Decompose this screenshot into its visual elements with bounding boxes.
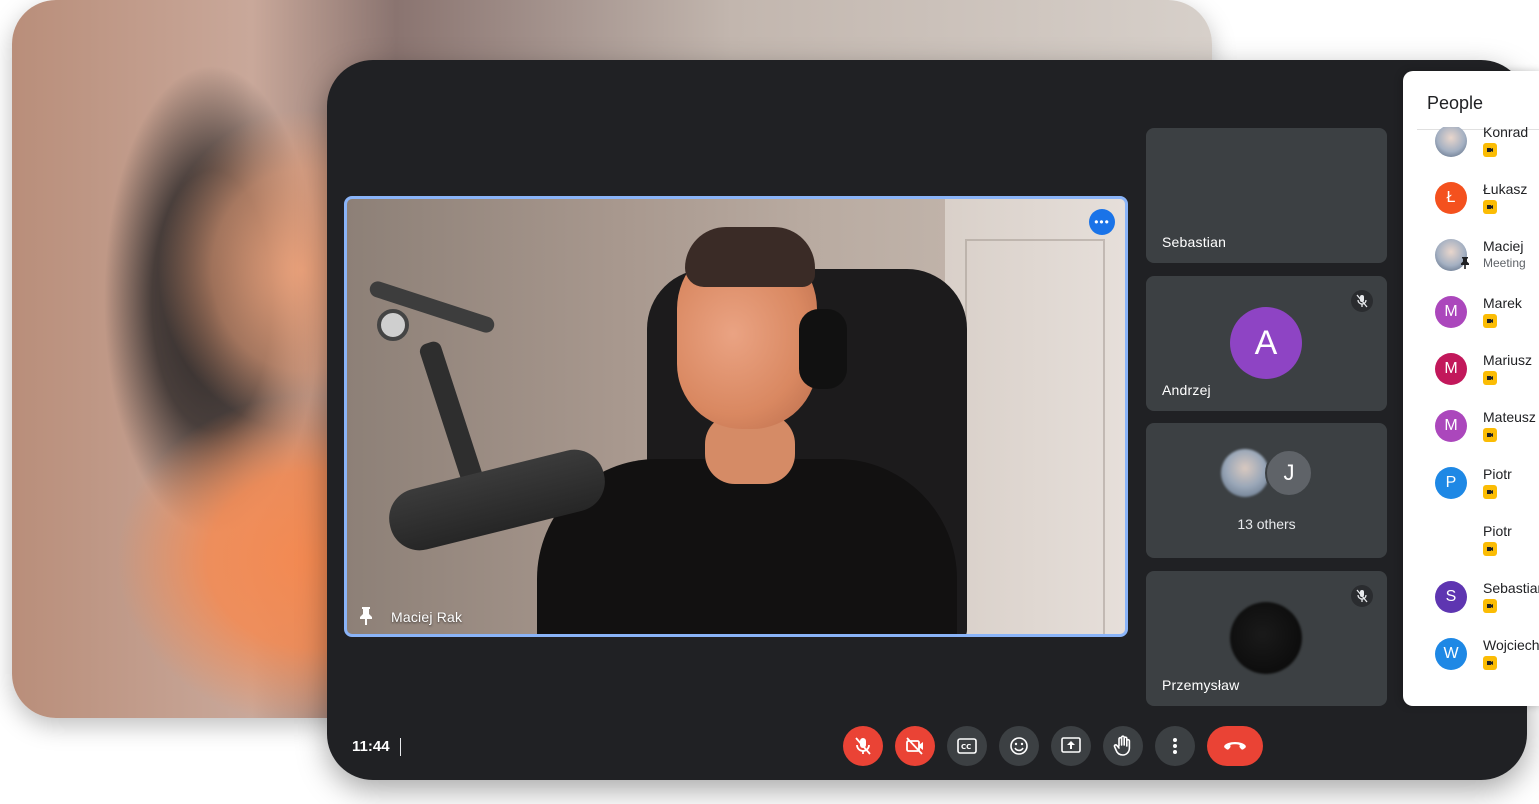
avatar-photo	[1221, 449, 1269, 497]
svg-text:CC: CC	[961, 743, 971, 751]
participant-avatar: S	[1435, 581, 1467, 613]
camera-off-badge-icon	[1483, 656, 1497, 670]
participant-name: Mateusz	[1483, 409, 1536, 425]
video-background-door	[945, 199, 1125, 634]
participant-tile-przemyslaw[interactable]: Przemysław	[1146, 571, 1387, 706]
meeting-controls: CC	[843, 726, 1263, 766]
present-screen-icon	[1061, 737, 1081, 753]
camera-off-badge-icon	[1483, 314, 1497, 328]
clock-divider	[400, 738, 401, 756]
participants-list[interactable]: Konrad Ł Łukasz Maciej Meeting M Marek M…	[1403, 127, 1539, 691]
others-count-label: 13 others	[1237, 516, 1296, 532]
pinned-participant-name: Maciej Rak	[391, 609, 463, 625]
participant-avatar: Ł	[1435, 182, 1467, 214]
tile-participant-name: Sebastian	[1162, 234, 1227, 250]
participant-name: Wojciech	[1483, 637, 1539, 653]
meeting-clock: 11:44	[352, 738, 390, 755]
participant-avatar: W	[1435, 638, 1467, 670]
people-panel: People Konrad Ł Łukasz Maciej Meeting M …	[1403, 71, 1539, 706]
participant-avatar: P	[1435, 467, 1467, 499]
participant-row[interactable]: Maciej Meeting	[1403, 233, 1539, 281]
participant-row[interactable]: P Piotr	[1403, 461, 1539, 509]
reactions-button[interactable]	[999, 726, 1039, 766]
video-headphone	[799, 309, 847, 389]
meeting-window: ••• Maciej Rak Sebastian A Andrzej J 13 …	[327, 60, 1527, 780]
participant-avatar: M	[1435, 296, 1467, 328]
end-call-icon	[1224, 742, 1246, 750]
more-options-icon[interactable]: •••	[1089, 209, 1115, 235]
participant-row[interactable]: Ł Łukasz	[1403, 176, 1539, 224]
more-options-button[interactable]	[1155, 726, 1195, 766]
video-mic-light	[377, 309, 409, 341]
participant-tile-andrzej[interactable]: A Andrzej	[1146, 276, 1387, 411]
participant-avatar: A	[1230, 307, 1302, 379]
mic-off-icon	[855, 737, 871, 755]
participant-name: Marek	[1483, 295, 1522, 311]
pin-icon	[360, 607, 372, 625]
participant-row[interactable]: W Wojciech	[1403, 632, 1539, 680]
camera-off-icon	[906, 737, 923, 755]
people-panel-title: People	[1427, 93, 1484, 113]
camera-off-badge-icon	[1483, 542, 1497, 556]
camera-toggle-button[interactable]	[895, 726, 935, 766]
camera-off-badge-icon	[1483, 485, 1497, 499]
camera-off-badge-icon	[1483, 371, 1497, 385]
participant-row[interactable]: M Mateusz	[1403, 404, 1539, 452]
participant-subtitle: Meeting	[1483, 256, 1526, 270]
participant-name: Piotr	[1483, 523, 1512, 539]
participant-row[interactable]: S Sebastian	[1403, 575, 1539, 623]
tile-participant-name: Przemysław	[1162, 677, 1240, 693]
camera-off-badge-icon	[1483, 143, 1497, 157]
participant-avatar: M	[1435, 410, 1467, 442]
mic-muted-icon	[1351, 290, 1373, 312]
others-avatar-group: J	[1221, 449, 1321, 497]
pinned-video-tile[interactable]: ••• Maciej Rak	[344, 196, 1128, 637]
hand-icon	[1113, 735, 1131, 756]
captions-icon: CC	[957, 738, 977, 754]
present-screen-button[interactable]	[1051, 726, 1091, 766]
leave-call-button[interactable]	[1207, 726, 1263, 766]
participant-name: Maciej	[1483, 238, 1524, 254]
participant-avatar: M	[1435, 353, 1467, 385]
participant-tile-others[interactable]: J 13 others	[1146, 423, 1387, 558]
tile-participant-name: Andrzej	[1162, 382, 1211, 398]
camera-off-badge-icon	[1483, 599, 1497, 613]
participant-name: Konrad	[1483, 127, 1529, 140]
camera-off-badge-icon	[1483, 200, 1497, 214]
participant-tile-sebastian[interactable]: Sebastian	[1146, 128, 1387, 263]
mic-muted-icon	[1351, 585, 1373, 607]
participant-row[interactable]: M Mariusz	[1403, 347, 1539, 395]
emoji-icon	[1010, 737, 1028, 755]
participant-name: Mariusz	[1483, 352, 1533, 368]
participant-row[interactable]: M Marek	[1403, 290, 1539, 338]
more-vert-icon	[1173, 738, 1177, 754]
avatar-letter: J	[1265, 449, 1313, 497]
participant-name: Sebastian	[1483, 580, 1539, 596]
participant-avatar-photo	[1230, 602, 1302, 674]
raise-hand-button[interactable]	[1103, 726, 1143, 766]
participant-name: Piotr	[1483, 466, 1512, 482]
mic-toggle-button[interactable]	[843, 726, 883, 766]
participant-name: Łukasz	[1483, 181, 1528, 197]
camera-off-badge-icon	[1483, 428, 1497, 442]
captions-button[interactable]: CC	[947, 726, 987, 766]
participant-avatar-photo	[1435, 127, 1467, 157]
participant-row[interactable]: Piotr	[1403, 518, 1539, 566]
pin-icon	[1461, 257, 1469, 269]
video-person-hair	[685, 227, 815, 287]
participant-row[interactable]: Konrad	[1403, 127, 1539, 167]
